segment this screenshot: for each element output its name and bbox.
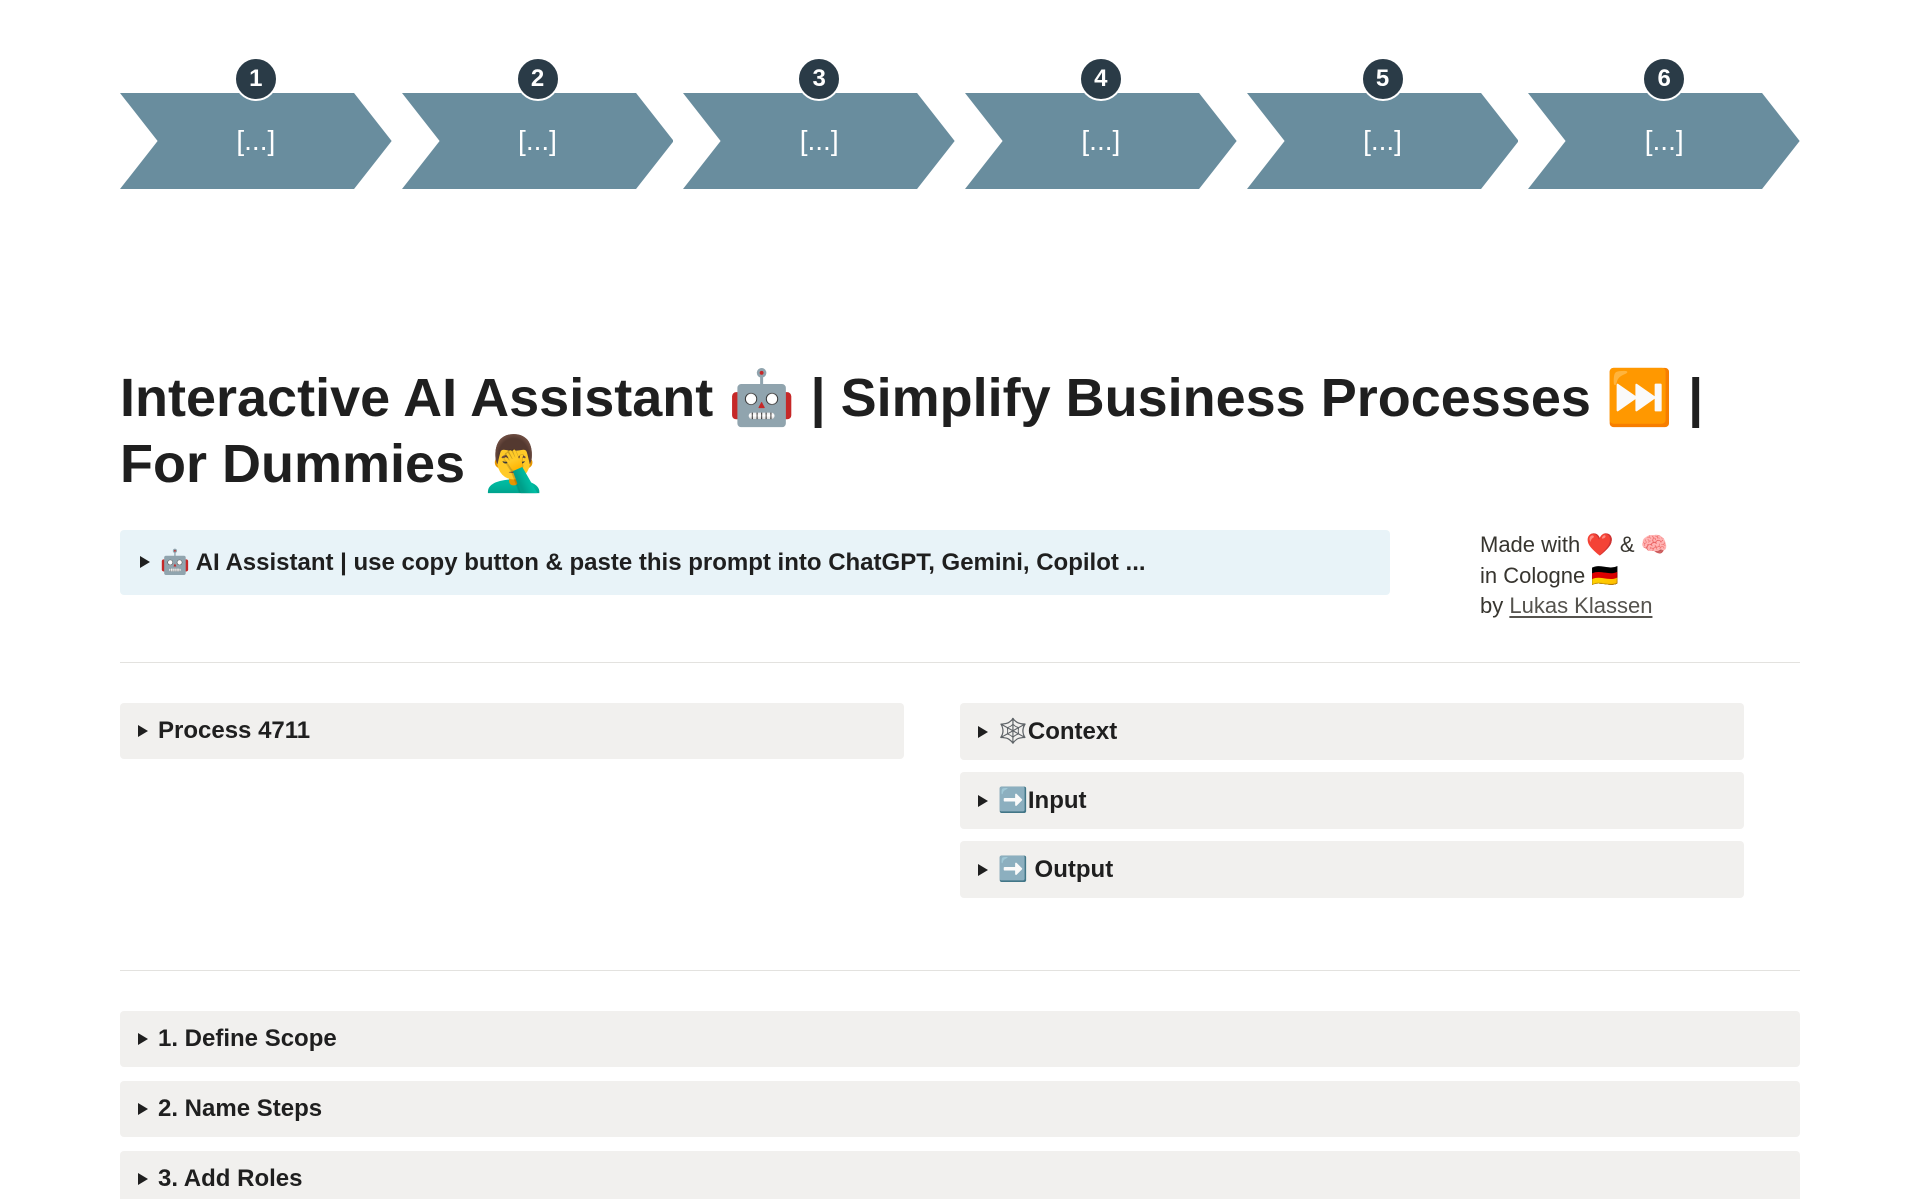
toggle-label: ➡️ Output xyxy=(998,855,1113,884)
callout-text: 🤖 AI Assistant | use copy button & paste… xyxy=(160,548,1146,577)
ai-assistant-callout[interactable]: 🤖 AI Assistant | use copy button & paste… xyxy=(120,530,1390,595)
flow-step-3: 3 [...] xyxy=(683,93,955,189)
toggle-label: 3. Add Roles xyxy=(158,1165,302,1193)
chevron-right-icon xyxy=(978,795,988,807)
credits-block: Made with ❤️ & 🧠 in Cologne 🇩🇪 by Lukas … xyxy=(1450,530,1800,622)
credits-line-1: Made with ❤️ & 🧠 xyxy=(1480,530,1800,561)
chevron-right-icon xyxy=(978,864,988,876)
toggle-context[interactable]: 🕸️Context xyxy=(960,703,1744,760)
chevron-right-icon xyxy=(140,556,150,568)
credits-line-3: by Lukas Klassen xyxy=(1480,591,1800,622)
process-flow: 1 [...] 2 [...] 3 [...] 4 [...] 5 [...] … xyxy=(120,66,1800,216)
flow-step-1: 1 [...] xyxy=(120,93,392,189)
toggle-label: ➡️Input xyxy=(998,786,1087,815)
chevron-right-icon xyxy=(138,1173,148,1185)
toggle-label: 2. Name Steps xyxy=(158,1095,322,1123)
toggle-step-3[interactable]: 3. Add Roles xyxy=(120,1151,1800,1199)
credits-line-2: in Cologne 🇩🇪 xyxy=(1480,561,1800,592)
toggle-process[interactable]: Process 4711 xyxy=(120,703,904,759)
page-title: Interactive AI Assistant 🤖 | Simplify Bu… xyxy=(120,366,1800,498)
toggle-step-1[interactable]: 1. Define Scope xyxy=(120,1011,1800,1067)
toggle-label: Process 4711 xyxy=(158,717,310,745)
toggle-input[interactable]: ➡️Input xyxy=(960,772,1744,829)
flow-step-6: 6 [...] xyxy=(1528,93,1800,189)
chevron-right-icon xyxy=(978,726,988,738)
toggle-step-2[interactable]: 2. Name Steps xyxy=(120,1081,1800,1137)
chevron-right-icon xyxy=(138,1103,148,1115)
flow-step-5: 5 [...] xyxy=(1247,93,1519,189)
steps-list: 1. Define Scope 2. Name Steps 3. Add Rol… xyxy=(120,1011,1800,1199)
toggle-label: 1. Define Scope xyxy=(158,1025,337,1053)
divider xyxy=(120,970,1800,971)
chevron-right-icon xyxy=(138,1033,148,1045)
toggle-label: 🕸️Context xyxy=(998,717,1117,746)
author-link[interactable]: Lukas Klassen xyxy=(1509,593,1652,618)
divider xyxy=(120,662,1800,663)
chevron-right-icon xyxy=(138,725,148,737)
flow-step-2: 2 [...] xyxy=(402,93,674,189)
flow-step-4: 4 [...] xyxy=(965,93,1237,189)
toggle-output[interactable]: ➡️ Output xyxy=(960,841,1744,898)
